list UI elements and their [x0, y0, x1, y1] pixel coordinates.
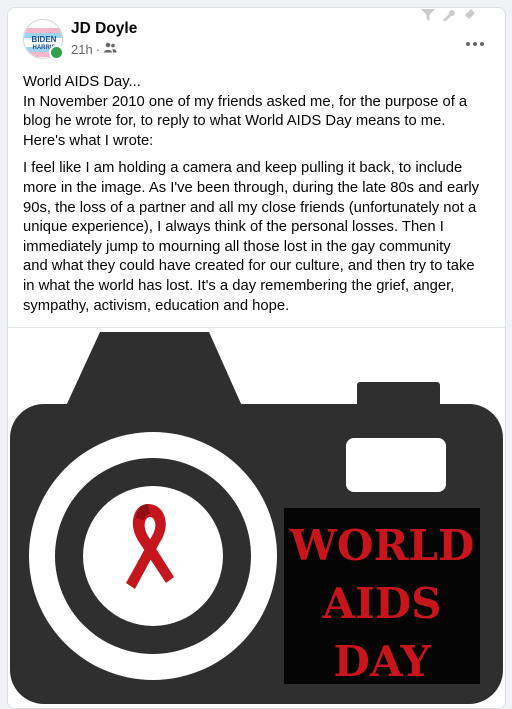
body-line: 90s, the loss of a partner and all my cl…	[23, 199, 477, 216]
post-text: World AIDS Day... In November 2010 one o…	[23, 73, 487, 324]
filter-icon[interactable]	[421, 8, 435, 26]
post-body: I feel like I am holding a camera and ke…	[23, 159, 487, 316]
intro-line: Here's what I wrote:	[23, 132, 154, 149]
intro-line: In November 2010 one of my friends asked…	[23, 93, 468, 110]
body-line: more in the image. As I've been through,…	[23, 179, 480, 196]
friends-icon[interactable]	[103, 42, 117, 57]
meta-separator: ·	[95, 42, 101, 57]
post-image[interactable]: WORLD AIDS DAY	[8, 327, 505, 708]
post-card: BIDEN HARRIS JD Doyle 21h · World AIDS D…	[7, 7, 506, 709]
wrench-icon[interactable]	[441, 8, 455, 26]
avatar-text-line-1: BIDEN	[32, 35, 57, 44]
body-line: I feel like I am holding a camera and ke…	[23, 160, 463, 177]
body-line: and what they could have created for our…	[23, 258, 475, 275]
pin-icon[interactable]	[461, 8, 475, 26]
more-options-icon	[466, 33, 484, 51]
post-meta: 21h ·	[71, 42, 117, 57]
world-aids-day-line: WORLD	[289, 521, 475, 570]
post-time[interactable]: 21h	[71, 42, 93, 57]
body-line: in what the world has lost. It's a day r…	[23, 277, 455, 294]
body-line: unique experience), I always think of th…	[23, 219, 444, 236]
world-aids-day-line: AIDS	[322, 579, 442, 628]
online-status-dot	[49, 45, 64, 60]
camera-flash-window	[346, 438, 446, 492]
body-line: immediately jump to mourning all those l…	[23, 238, 451, 255]
more-options-button[interactable]	[463, 32, 487, 52]
post-intro: World AIDS Day... In November 2010 one o…	[23, 73, 487, 151]
intro-line: blog he wrote for, to reply to what Worl…	[23, 113, 446, 130]
profile-avatar[interactable]: BIDEN HARRIS	[23, 19, 64, 60]
post-title: World AIDS Day...	[23, 74, 141, 90]
camera-illustration: WORLD AIDS DAY	[10, 332, 503, 704]
world-aids-day-line: DAY	[334, 637, 432, 686]
top-toolbar	[421, 8, 475, 26]
author-name[interactable]: JD Doyle	[71, 20, 137, 38]
body-line: sympathy, activism, education and hope.	[23, 297, 290, 314]
camera-viewfinder	[66, 332, 242, 406]
